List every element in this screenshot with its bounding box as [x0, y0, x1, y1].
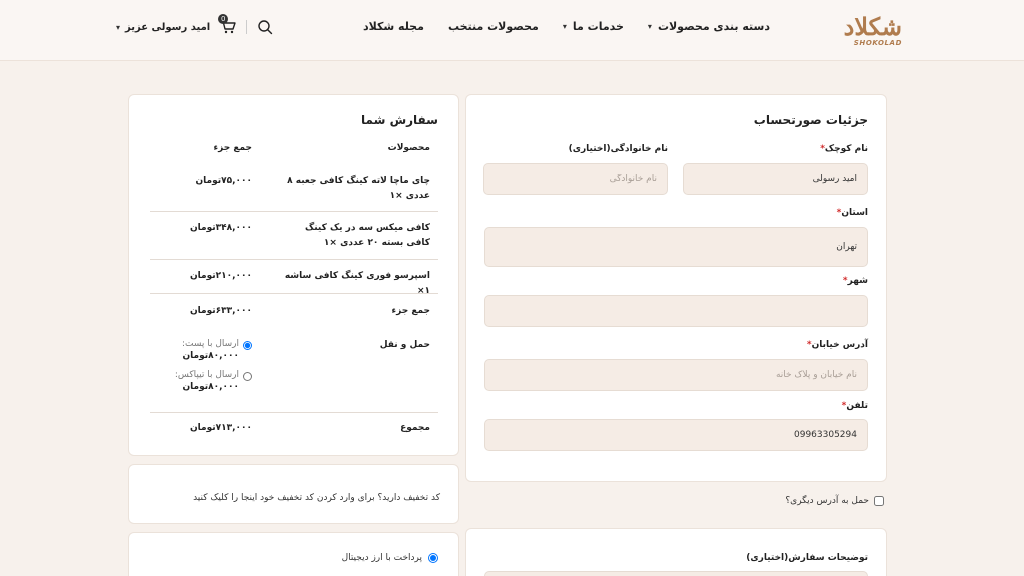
payment-option-label: پرداخت با ارز دیجیتال — [341, 553, 422, 563]
subtotal-value: ۶۳۳,۰۰۰تومان — [189, 306, 252, 316]
province-select[interactable] — [484, 227, 868, 267]
nav-label: محصولات منتخب — [447, 20, 539, 33]
cart-button[interactable]: 0 — [218, 14, 236, 35]
order-item-price: ۲۱۰,۰۰۰تومان — [189, 271, 252, 281]
chevron-down-icon: ▾ — [116, 22, 121, 32]
site-header: شکلاد SHOKOLAD دسته بندی محصولات ▾ خدمات… — [0, 0, 1024, 61]
address-label: آدرس خیابان* — [806, 340, 868, 350]
address-input[interactable] — [484, 359, 868, 391]
nav-featured-products[interactable]: محصولات منتخب — [448, 20, 539, 33]
user-name: امید رسولی عزیز — [125, 21, 211, 33]
nav-our-services[interactable]: خدمات ما ▾ — [563, 20, 624, 33]
order-notes-textarea[interactable] — [484, 571, 868, 576]
first-name-label: نام کوچک* — [820, 144, 868, 154]
shipping-radio-tipax[interactable] — [243, 372, 252, 381]
header-divider — [246, 20, 248, 34]
col-products-header: محصولات — [387, 143, 430, 153]
shipping-option-text: ارسال با تیپاکس: ۸۰,۰۰۰تومان — [174, 370, 239, 392]
last-name-label: نام خانوادگی(اختیاری) — [568, 144, 668, 154]
logo-text: شکلاد — [843, 12, 902, 41]
nav-label: خدمات ما — [572, 20, 624, 33]
payment-radio-crypto[interactable] — [428, 553, 438, 563]
order-item-name: کافی میکس سه در یک کینگ کافی بسته ۲۰ عدد… — [305, 223, 430, 248]
chevron-down-icon: ▾ — [562, 22, 567, 31]
billing-details-card: جزئیات صورتحساب نام کوچک* نام خانوادگی(ا… — [465, 94, 887, 482]
payment-option-crypto[interactable]: پرداخت با ارز دیجیتال — [342, 553, 438, 563]
search-icon — [258, 20, 273, 35]
nav-label: مجله شکلاد — [362, 20, 424, 33]
shipping-option-text: ارسال با پست: ۸۰,۰۰۰تومان — [181, 339, 239, 361]
nav-label: دسته بندی محصولات — [657, 20, 770, 33]
first-name-input[interactable] — [683, 163, 868, 195]
ship-to-different-address[interactable]: حمل به آدرس دیگری؟ — [785, 496, 884, 506]
row-divider — [150, 293, 438, 294]
header-actions: ▾ امید رسولی عزیز 0 — [116, 14, 273, 35]
order-item-price: ۳۴۸,۰۰۰تومان — [189, 223, 252, 233]
main-nav: دسته بندی محصولات ▾ خدمات ما ▾ محصولات م… — [363, 20, 770, 33]
user-menu[interactable]: ▾ امید رسولی عزیز — [116, 22, 210, 33]
nav-magazine[interactable]: مجله شکلاد — [363, 20, 424, 33]
shipping-option-tipax[interactable]: ارسال با تیپاکس: ۸۰,۰۰۰تومان — [175, 370, 252, 392]
city-input[interactable] — [484, 295, 868, 327]
chevron-down-icon: ▾ — [647, 22, 652, 31]
ship-other-label: حمل به آدرس دیگری؟ — [785, 496, 869, 506]
shipping-option-post[interactable]: ارسال با پست: ۸۰,۰۰۰تومان — [182, 339, 252, 361]
shipping-label: حمل و نقل — [379, 340, 430, 350]
coupon-card: کد تخفیف دارید؟ برای وارد کردن کد تخفیف … — [128, 464, 459, 524]
order-item-name: اسپرسو فوری کینگ کافی ساشه ۱× — [284, 271, 430, 296]
ship-other-checkbox[interactable] — [874, 496, 884, 506]
phone-label: تلفن* — [841, 401, 868, 411]
province-label: استان* — [836, 208, 868, 218]
row-divider — [150, 259, 438, 260]
row-divider — [150, 211, 438, 212]
logo-subtext: SHOKOLAD — [853, 39, 902, 47]
order-item-price: ۷۵,۰۰۰تومان — [195, 176, 252, 186]
billing-title: جزئیات صورتحساب — [753, 113, 868, 127]
total-label: مجموع — [400, 423, 430, 433]
coupon-toggle-link[interactable]: کد تخفیف دارید؟ برای وارد کردن کد تخفیف … — [193, 493, 440, 503]
order-notes-card: توضیحات سفارش(اختیاری) — [465, 528, 887, 576]
phone-input[interactable] — [484, 419, 868, 451]
search-button[interactable] — [257, 19, 273, 35]
nav-product-categories[interactable]: دسته بندی محصولات ▾ — [648, 20, 770, 33]
order-summary-card: سفارش شما محصولات جمع جزء چای ماچا لاته … — [128, 94, 459, 456]
col-subtotal-header: جمع جزء — [213, 143, 253, 153]
site-logo[interactable]: شکلاد SHOKOLAD — [844, 14, 902, 48]
row-divider — [150, 412, 438, 413]
shipping-radio-post[interactable] — [243, 341, 252, 350]
subtotal-label: جمع جزء — [391, 306, 431, 316]
order-item-name: چای ماچا لاته کینگ کافی جعبه ۸ عددی ×۱ — [287, 176, 430, 201]
payment-card: پرداخت با ارز دیجیتال — [128, 532, 459, 576]
order-notes-label: توضیحات سفارش(اختیاری) — [746, 553, 868, 563]
order-title: سفارش شما — [361, 113, 438, 127]
city-label: شهر* — [842, 276, 868, 286]
last-name-input[interactable] — [483, 163, 668, 195]
total-value: ۷۱۳,۰۰۰تومان — [189, 423, 252, 433]
